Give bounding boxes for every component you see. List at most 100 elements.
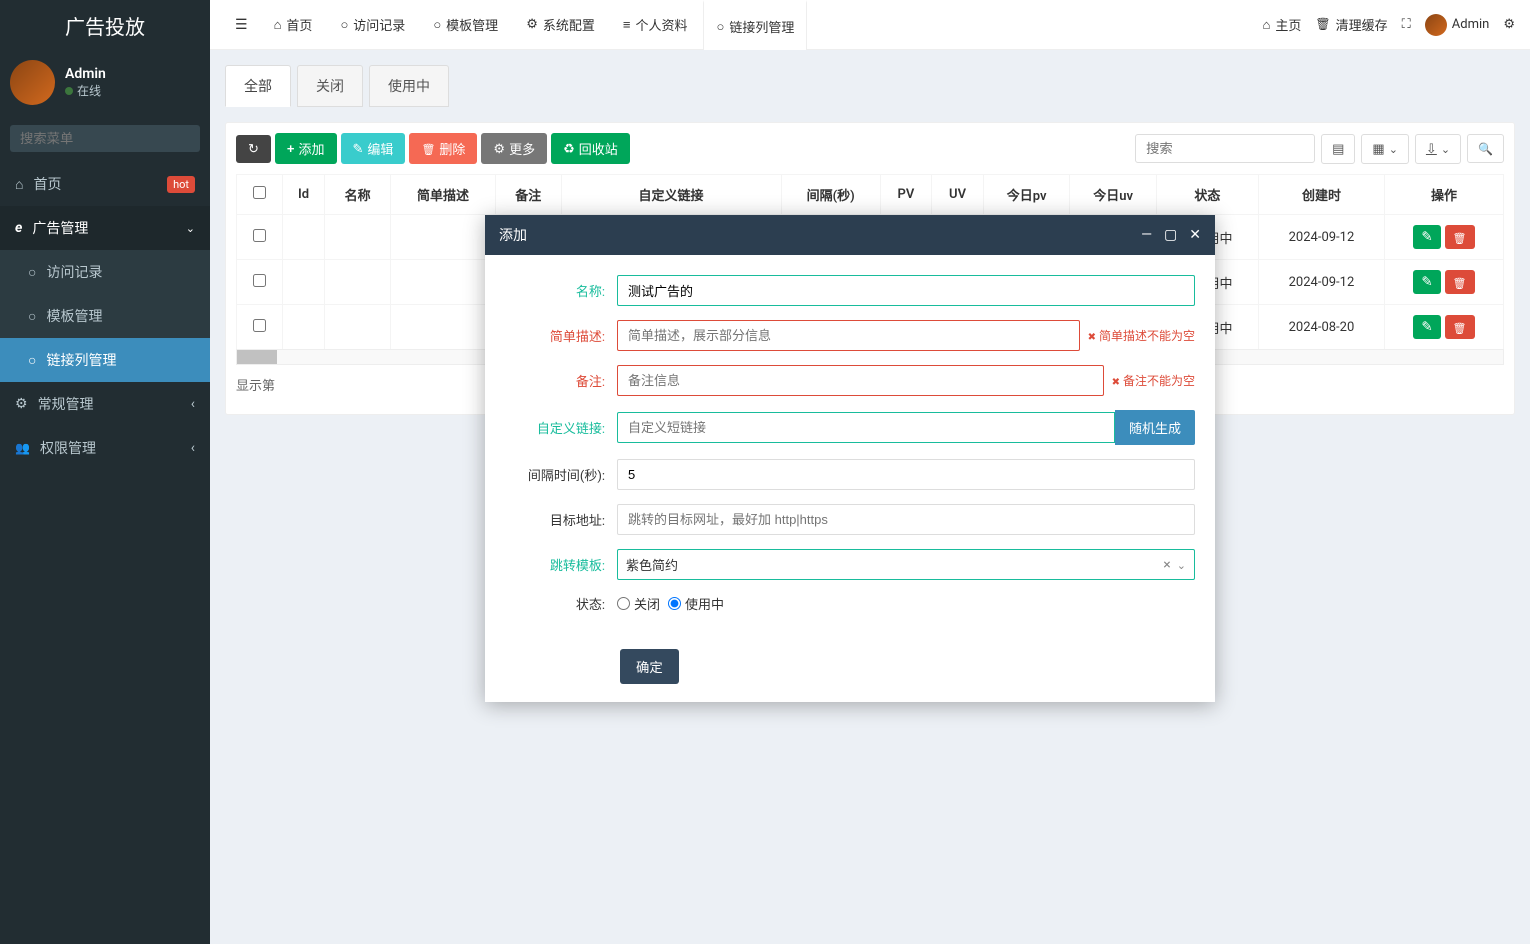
topbar-user[interactable]: Admin xyxy=(1425,14,1490,36)
app-logo: 广告投放 xyxy=(0,0,210,50)
select-all-checkbox[interactable] xyxy=(253,186,266,199)
th-status[interactable]: 状态 xyxy=(1156,175,1258,215)
chevron-down-icon xyxy=(1389,141,1398,156)
modal-header[interactable]: 添加 xyxy=(485,215,1215,255)
toggle-list-button[interactable] xyxy=(1321,134,1355,164)
select-clear-button[interactable]: × xyxy=(1157,557,1176,573)
circle-icon xyxy=(28,308,36,325)
row-edit-button[interactable] xyxy=(1413,270,1440,294)
users-icon xyxy=(15,440,30,456)
search-button[interactable] xyxy=(1467,134,1504,163)
th-action[interactable]: 操作 xyxy=(1384,175,1503,215)
th-uv[interactable]: UV xyxy=(932,175,984,215)
th-name[interactable]: 名称 xyxy=(325,175,391,215)
input-interval[interactable] xyxy=(617,459,1195,490)
th-pv[interactable]: PV xyxy=(880,175,931,215)
th-id[interactable]: Id xyxy=(282,175,325,215)
avatar[interactable] xyxy=(10,60,55,105)
filter-tab-active[interactable]: 使用中 xyxy=(369,65,449,107)
user-panel: Admin 在线 xyxy=(0,50,210,115)
sidebar-item-home[interactable]: 首页hot xyxy=(0,162,210,206)
row-edit-button[interactable] xyxy=(1413,315,1440,339)
th-interval[interactable]: 间隔(秒) xyxy=(781,175,880,215)
confirm-button[interactable]: 确定 xyxy=(620,649,679,684)
th-desc[interactable]: 简单描述 xyxy=(390,175,495,215)
x-icon xyxy=(1112,374,1120,388)
row-delete-button[interactable] xyxy=(1445,315,1475,339)
tab-sysconfig[interactable]: 系统配置 xyxy=(514,1,607,48)
radio-status-active[interactable]: 使用中 xyxy=(668,594,724,613)
refresh-button[interactable] xyxy=(236,135,271,163)
chevron-left-icon xyxy=(191,440,195,456)
random-generate-button[interactable]: 随机生成 xyxy=(1115,410,1195,445)
chevron-down-icon xyxy=(186,220,195,236)
filter-tabs: 全部 关闭 使用中 xyxy=(225,65,1515,107)
th-note[interactable]: 备注 xyxy=(496,175,562,215)
gear-icon xyxy=(493,141,505,157)
th-link[interactable]: 自定义链接 xyxy=(561,175,781,215)
cogs-icon xyxy=(1503,17,1515,32)
tab-profile[interactable]: 个人资料 xyxy=(611,1,700,48)
input-target[interactable] xyxy=(617,504,1195,535)
row-checkbox[interactable] xyxy=(253,229,266,242)
home-icon xyxy=(1263,17,1271,33)
topbar-settings[interactable] xyxy=(1503,17,1515,32)
th-created[interactable]: 创建时 xyxy=(1259,175,1385,215)
input-desc[interactable] xyxy=(617,320,1080,351)
tab-visit-log[interactable]: 访问记录 xyxy=(328,1,417,48)
trash-icon xyxy=(421,141,435,156)
input-name[interactable] xyxy=(617,275,1195,306)
label-interval: 间隔时间(秒): xyxy=(505,465,605,484)
row-checkbox[interactable] xyxy=(253,274,266,287)
delete-button[interactable]: 删除 xyxy=(409,133,477,164)
row-edit-button[interactable] xyxy=(1413,225,1440,249)
sidebar-item-visit-log[interactable]: 访问记录 xyxy=(0,250,210,294)
sidebar-item-ad-manage[interactable]: 广告管理 xyxy=(0,206,210,250)
select-template[interactable]: 紫色简约 × xyxy=(617,549,1195,580)
recycle-icon xyxy=(563,141,575,157)
online-dot-icon xyxy=(65,87,73,95)
row-delete-button[interactable] xyxy=(1445,225,1475,249)
scrollbar-thumb[interactable] xyxy=(237,350,277,364)
modal-maximize-button[interactable] xyxy=(1164,227,1177,243)
menu-search-input[interactable] xyxy=(10,125,200,152)
edit-button[interactable]: 编辑 xyxy=(341,133,406,164)
columns-button[interactable] xyxy=(1361,134,1409,164)
tab-home[interactable]: 首页 xyxy=(262,1,325,48)
modal-minimize-button[interactable] xyxy=(1141,227,1152,243)
row-checkbox[interactable] xyxy=(253,319,266,332)
gear-icon xyxy=(526,17,538,32)
sidebar-item-link-manage[interactable]: 链接列管理 xyxy=(0,338,210,382)
menu-search[interactable] xyxy=(10,125,200,152)
topbar-clear-cache[interactable]: 清理缓存 xyxy=(1315,15,1387,34)
error-desc: 简单描述不能为空 xyxy=(1088,327,1195,344)
topbar-home[interactable]: 主页 xyxy=(1263,15,1302,34)
recycle-button[interactable]: 回收站 xyxy=(551,133,630,164)
topbar-fullscreen[interactable] xyxy=(1402,17,1411,32)
filter-tab-closed[interactable]: 关闭 xyxy=(297,65,363,107)
row-delete-button[interactable] xyxy=(1445,270,1475,294)
tab-link-manage[interactable]: 链接列管理 xyxy=(703,0,807,50)
sidebar-item-template-manage[interactable]: 模板管理 xyxy=(0,294,210,338)
sidebar-item-general[interactable]: 常规管理 xyxy=(0,382,210,426)
tab-template[interactable]: 模板管理 xyxy=(421,1,510,48)
th-today-pv[interactable]: 今日pv xyxy=(983,175,1069,215)
add-button[interactable]: 添加 xyxy=(275,133,337,164)
home-icon xyxy=(15,176,23,193)
modal-close-button[interactable] xyxy=(1189,227,1201,243)
radio-status-closed[interactable]: 关闭 xyxy=(617,594,660,613)
sidebar: 广告投放 Admin 在线 首页hot 广告管理 访问记录 模板管理 链接列管理 xyxy=(0,0,210,944)
hamburger-button[interactable]: ☰ xyxy=(225,11,258,39)
chevron-down-icon[interactable] xyxy=(1177,557,1186,573)
table-search-input[interactable] xyxy=(1135,134,1315,163)
chevron-left-icon xyxy=(191,396,195,412)
input-note[interactable] xyxy=(617,365,1104,396)
export-button[interactable] xyxy=(1415,134,1461,164)
more-button[interactable]: 更多 xyxy=(481,133,547,164)
filter-tab-all[interactable]: 全部 xyxy=(225,65,291,107)
circle-icon xyxy=(340,17,348,33)
sidebar-item-permission[interactable]: 权限管理 xyxy=(0,426,210,470)
th-today-uv[interactable]: 今日uv xyxy=(1070,175,1156,215)
input-link[interactable] xyxy=(617,412,1115,443)
trash-icon xyxy=(1315,17,1330,32)
